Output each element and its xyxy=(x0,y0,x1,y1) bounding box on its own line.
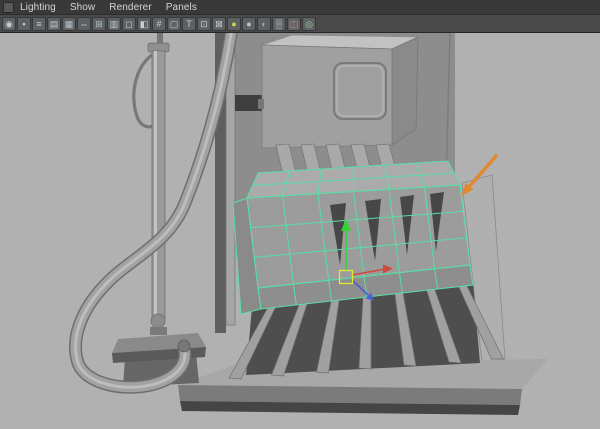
menu-items: Lighting Show Renderer Panels xyxy=(20,1,197,14)
3d-viewport-panel: Lighting Show Renderer Panels ◉ ▪ ≡ ▤ ▦ ⇔ ⊞ ▥ ◻ ◧ # ▢ T… xyxy=(0,0,600,429)
shadows-icon[interactable]: ◐ xyxy=(257,16,271,31)
panel-menu-bar: Lighting Show Renderer Panels xyxy=(0,0,600,15)
panel-menu-icon[interactable] xyxy=(3,1,14,13)
image-plane-icon[interactable]: ▦ xyxy=(62,16,76,31)
menu-item-lighting[interactable]: Lighting xyxy=(20,1,56,14)
menu-item-renderer[interactable]: Renderer xyxy=(109,1,152,14)
field-chart-icon[interactable]: # xyxy=(152,16,166,31)
grid-icon[interactable]: ⊞ xyxy=(92,16,106,31)
film-gate-icon[interactable]: ▥ xyxy=(107,16,121,31)
control-box-mesh[interactable] xyxy=(258,34,419,149)
safe-action-icon[interactable]: ▢ xyxy=(167,16,181,31)
viewport-toolbar: ◉ ▪ ≡ ▤ ▦ ⇔ ⊞ ▥ ◻ ◧ # ▢ T ⊡ ⊠ ● ● ◐ ▒ ◫ ◎ xyxy=(0,15,600,33)
xray-icon[interactable]: ▒ xyxy=(272,16,286,31)
resolution-gate-icon[interactable]: ◻ xyxy=(122,16,136,31)
viewport-3d[interactable] xyxy=(0,33,600,429)
default-lighting-icon[interactable]: ● xyxy=(227,16,241,31)
isolate-select-icon[interactable]: ◎ xyxy=(302,16,316,31)
pan-zoom-icon[interactable]: ⇔ xyxy=(77,16,91,31)
wireframe-on-shaded-icon[interactable]: ◫ xyxy=(287,16,301,31)
frame-all-icon[interactable]: ⊡ xyxy=(197,16,211,31)
all-lights-icon[interactable]: ● xyxy=(242,16,256,31)
camera-attributes-icon[interactable]: ≡ xyxy=(32,16,46,31)
menu-item-panels[interactable]: Panels xyxy=(166,1,197,14)
bookmarks-icon[interactable]: ▤ xyxy=(47,16,61,31)
safe-title-icon[interactable]: T xyxy=(182,16,196,31)
gate-mask-icon[interactable]: ◧ xyxy=(137,16,151,31)
frame-selection-icon[interactable]: ⊠ xyxy=(212,16,226,31)
menu-item-show[interactable]: Show xyxy=(70,1,95,14)
select-camera-icon[interactable]: ◉ xyxy=(2,16,16,31)
viewport-toolbar-icons: ◉ ▪ ≡ ▤ ▦ ⇔ ⊞ ▥ ◻ ◧ # ▢ T ⊡ ⊠ ● ● ◐ ▒ ◫ ◎ xyxy=(2,16,317,31)
lock-camera-icon[interactable]: ▪ xyxy=(17,16,31,31)
